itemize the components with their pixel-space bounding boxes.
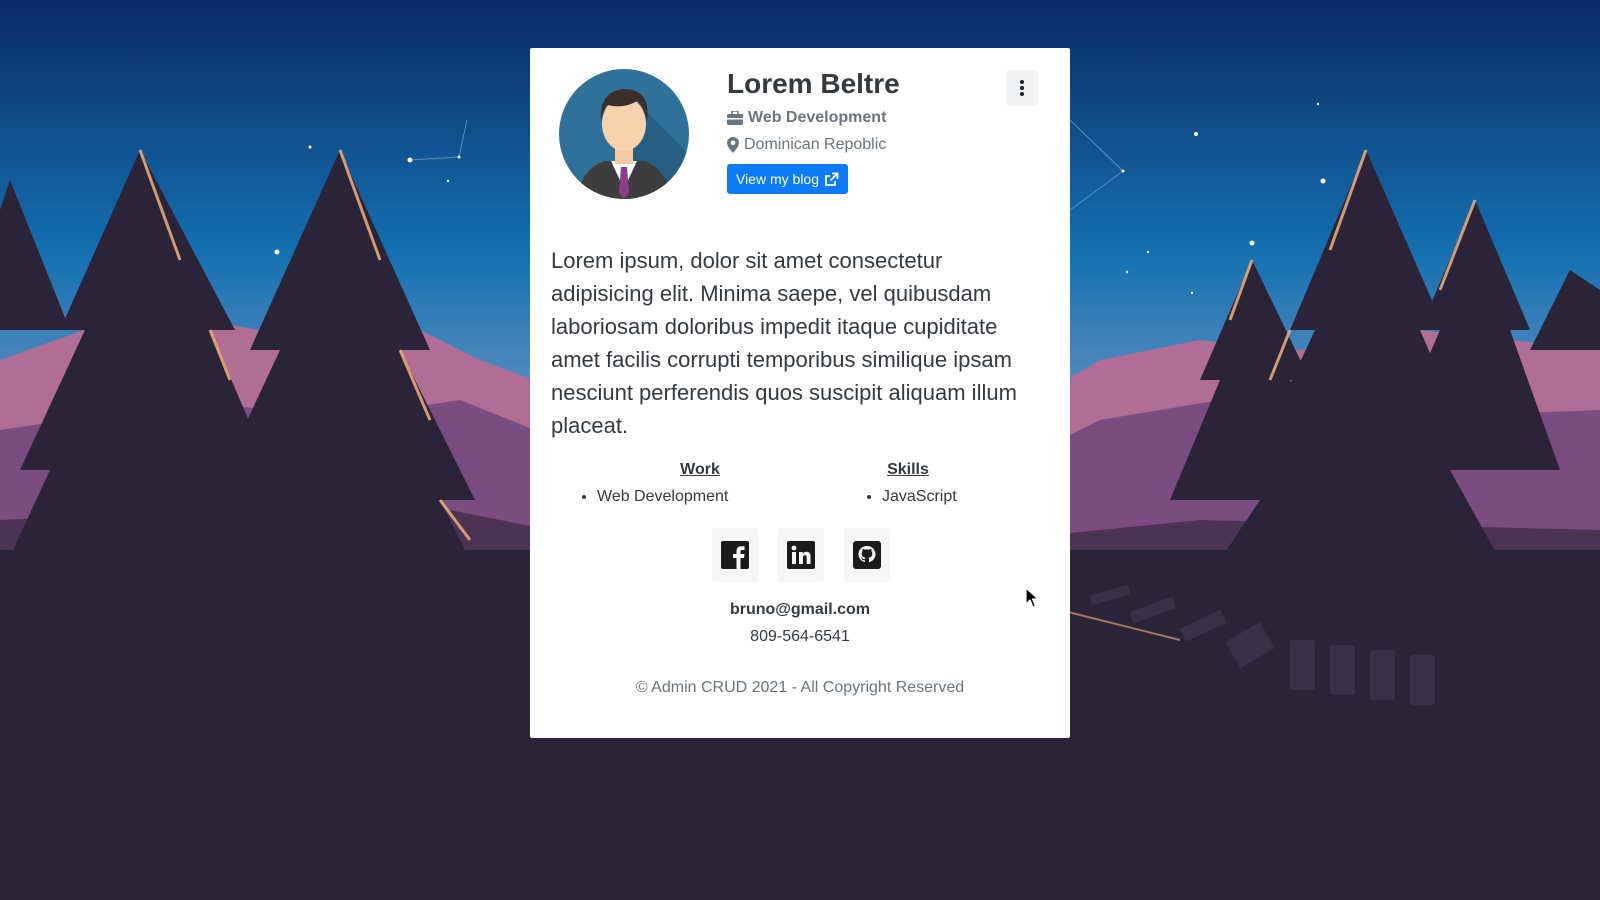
view-blog-button[interactable]: View my blog bbox=[727, 164, 849, 194]
work-section: Work Web Development bbox=[575, 461, 775, 506]
bio-text: Lorem ipsum, dolor sit amet consectetur … bbox=[551, 248, 1017, 438]
job-title-text: Web Development bbox=[748, 109, 887, 126]
briefcase-icon bbox=[727, 111, 743, 125]
avatar bbox=[559, 69, 689, 199]
linkedin-link[interactable] bbox=[778, 528, 824, 582]
more-options-button[interactable] bbox=[1006, 70, 1038, 106]
linkedin-icon bbox=[787, 541, 815, 569]
more-vertical-icon bbox=[1020, 80, 1024, 96]
copyright-text: © Admin CRUD 2021 - All Copyright Reserv… bbox=[635, 679, 965, 696]
contact-email: bruno@gmail.com bbox=[729, 601, 871, 618]
contact-phone: 809-564-6541 bbox=[750, 628, 850, 645]
work-list: Web Development bbox=[575, 488, 775, 506]
skills-section: Skills JavaScript bbox=[868, 461, 1028, 506]
work-item: Web Development bbox=[597, 488, 775, 506]
github-link[interactable] bbox=[844, 528, 890, 582]
location: Dominican Repoblic bbox=[727, 136, 886, 154]
skills-title: Skills bbox=[887, 461, 929, 478]
github-icon bbox=[853, 541, 881, 569]
facebook-link[interactable] bbox=[712, 528, 758, 582]
map-marker-icon bbox=[727, 137, 739, 153]
view-blog-label: View my blog bbox=[736, 171, 820, 187]
profile-card: Lorem Beltre Web Development Dominican R… bbox=[530, 48, 1070, 738]
social-links bbox=[712, 528, 890, 582]
job-title: Web Development bbox=[727, 109, 886, 127]
external-link-icon bbox=[825, 172, 839, 186]
work-title: Work bbox=[680, 461, 720, 478]
facebook-icon bbox=[721, 541, 749, 569]
profile-name: Lorem Beltre bbox=[727, 68, 900, 99]
location-text: Dominican Repoblic bbox=[744, 136, 887, 153]
skills-item: JavaScript bbox=[882, 488, 1028, 506]
mouse-cursor-icon bbox=[1025, 587, 1039, 608]
skills-list: JavaScript bbox=[864, 488, 1028, 506]
